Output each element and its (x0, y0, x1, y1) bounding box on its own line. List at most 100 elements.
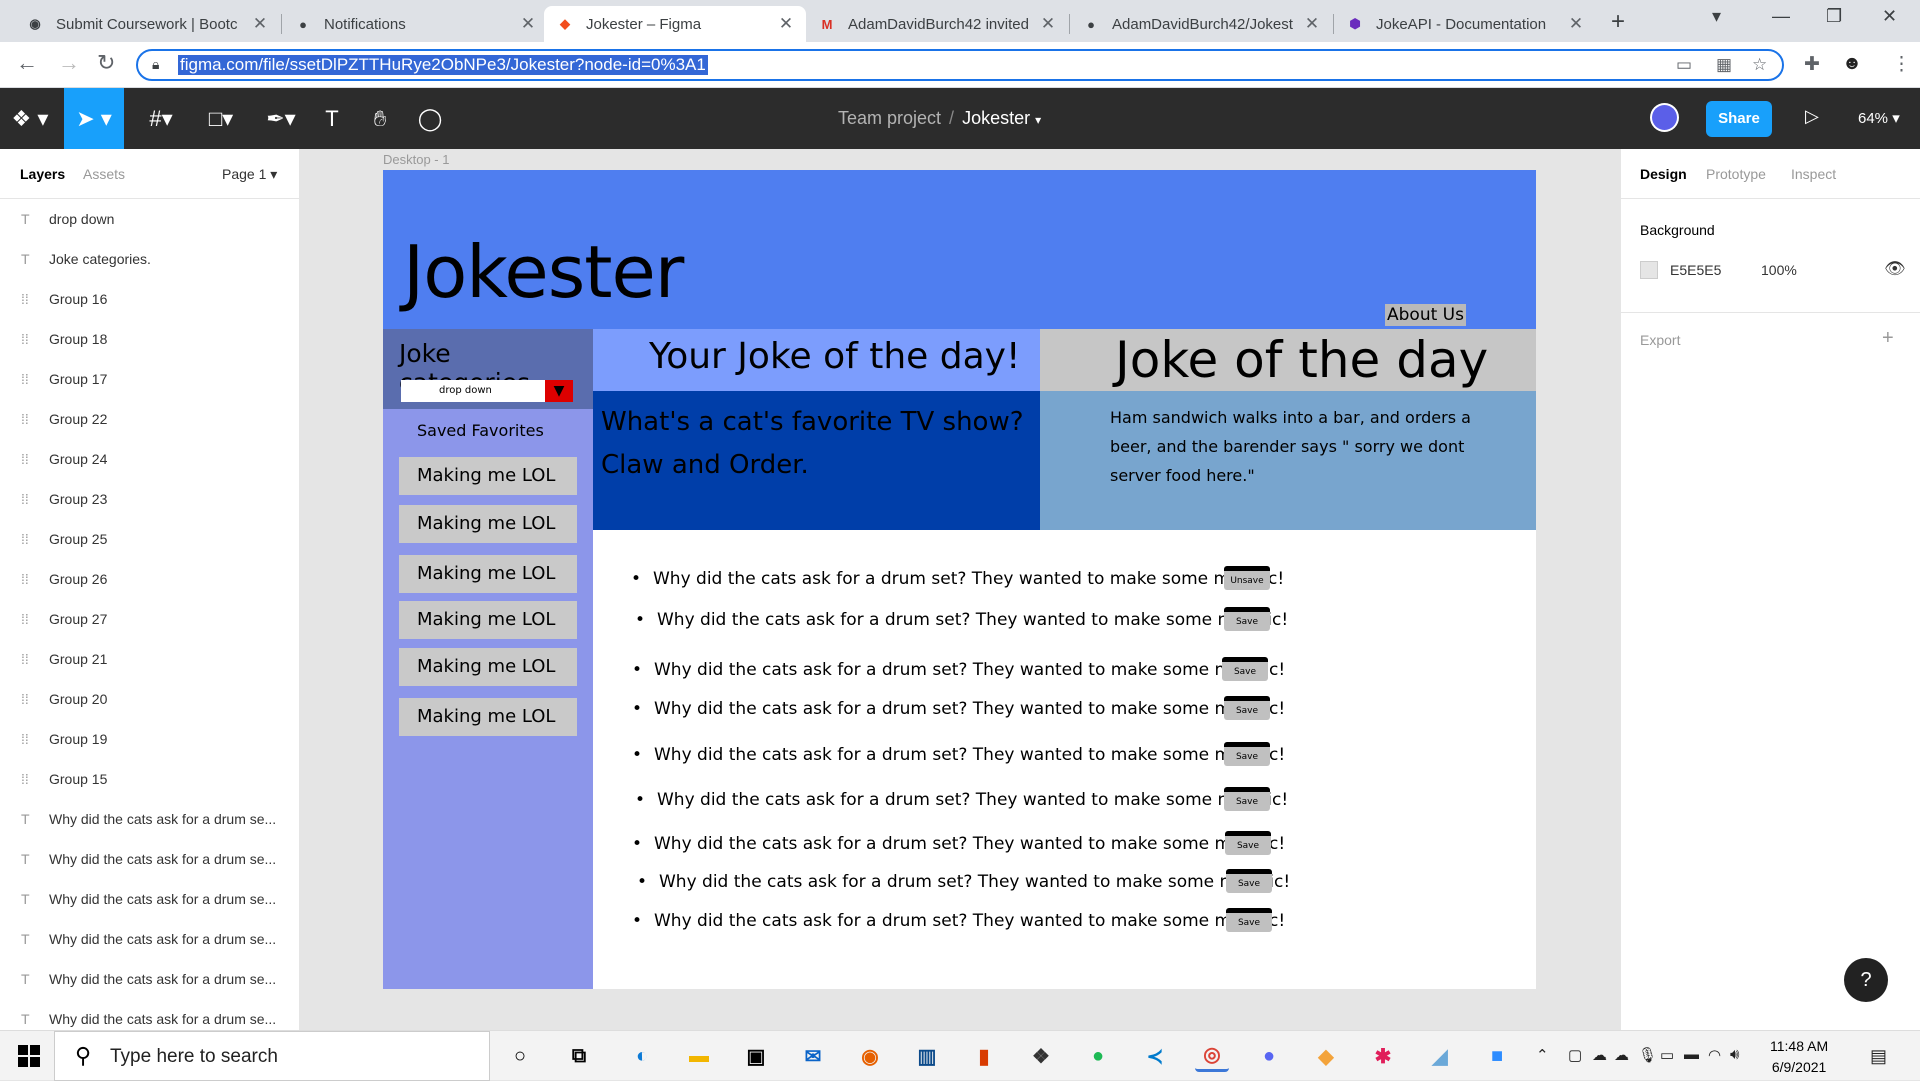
save-button[interactable]: Save (1222, 657, 1268, 681)
mail-icon[interactable]: ✉ (796, 1040, 830, 1072)
close-tab-icon[interactable]: ✕ (252, 14, 268, 34)
tab-prototype[interactable]: Prototype (1706, 166, 1766, 182)
unsave-button[interactable]: Unsave (1224, 566, 1270, 590)
layer-row[interactable]: ⁞⁞ Group 25 (0, 519, 299, 559)
tray-app-icon[interactable]: ▢ (1568, 1046, 1582, 1064)
save-button[interactable]: Save (1226, 908, 1272, 932)
save-button[interactable]: Save (1224, 607, 1270, 631)
cast-icon[interactable]: ▭ (1676, 55, 1692, 75)
office-icon[interactable]: ▮ (967, 1040, 1001, 1072)
wifi-icon[interactable]: ◠ (1708, 1046, 1721, 1064)
save-button[interactable]: Save (1226, 869, 1272, 893)
spotify-icon[interactable]: ● (1081, 1040, 1115, 1072)
close-tab-icon[interactable]: ✕ (1304, 14, 1320, 34)
text-tool-icon[interactable]: T (314, 88, 350, 149)
layer-row[interactable]: T Why did the cats ask for a drum se... (0, 879, 299, 919)
tab-search-icon[interactable]: ▾ (1712, 6, 1721, 27)
dropdown-arrow-icon[interactable]: ▼ (545, 380, 573, 402)
frame-label[interactable]: Desktop - 1 (383, 152, 449, 167)
background-hex-input[interactable]: E5E5E5 (1670, 262, 1721, 278)
file-explorer-icon[interactable]: ▬ (682, 1040, 716, 1072)
reload-icon[interactable]: ↻ (97, 50, 115, 76)
task-view-icon[interactable]: ⧉ (562, 1040, 596, 1072)
pen-tool-icon[interactable]: ✒▾ (256, 88, 306, 149)
tray-overflow-icon[interactable]: ⌃ (1536, 1046, 1549, 1064)
layer-row[interactable]: ⁞⁞ Group 24 (0, 439, 299, 479)
saved-favorite-button[interactable]: Making me LOL (399, 601, 577, 639)
tab-layers[interactable]: Layers (20, 166, 65, 182)
close-tab-icon[interactable]: ✕ (1568, 14, 1584, 34)
hand-tool-icon[interactable]: ✋︎ (362, 88, 398, 149)
layer-row[interactable]: T Joke categories. (0, 239, 299, 279)
microphone-icon[interactable]: 🎙︎ (1638, 1046, 1657, 1064)
vscode-icon[interactable]: ≺ (1138, 1040, 1172, 1072)
browser-tab-coursework[interactable]: ◉ Submit Coursework | Bootc ✕ (14, 6, 280, 42)
battery-icon[interactable]: ▬ (1684, 1046, 1699, 1063)
add-export-icon[interactable]: + (1882, 327, 1894, 350)
cortana-icon[interactable]: ○ (503, 1040, 537, 1072)
zoom-dropdown[interactable]: 64% ▾ (1858, 109, 1900, 127)
taskbar-search[interactable]: ⚲ Type here to search (54, 1031, 490, 1081)
shape-tool-icon[interactable]: □▾ (196, 88, 246, 149)
restore-icon[interactable]: ❐ (1826, 6, 1842, 27)
visibility-eye-icon[interactable]: 👁︎ (1884, 259, 1906, 279)
layer-row[interactable]: ⁞⁞ Group 27 (0, 599, 299, 639)
onedrive-icon[interactable]: ☁ (1592, 1046, 1607, 1064)
forward-icon[interactable]: → (58, 50, 80, 76)
clock[interactable]: 11:48 AM 6/9/2021 (1770, 1036, 1828, 1078)
layer-row[interactable]: ⁞⁞ Group 18 (0, 319, 299, 359)
saved-favorite-button[interactable]: Making me LOL (399, 555, 577, 593)
cloud-icon[interactable]: ☁ (1614, 1046, 1629, 1064)
zoom-app-icon[interactable]: ■ (1480, 1040, 1514, 1072)
chrome-icon[interactable]: ◎ (1195, 1040, 1229, 1072)
browser-tab-github-repo[interactable]: ● AdamDavidBurch42/Jokest ✕ (1070, 6, 1332, 42)
background-opacity-input[interactable]: 100% (1761, 262, 1797, 278)
layer-row[interactable]: Tdrop down (0, 199, 299, 239)
saved-favorite-button[interactable]: Making me LOL (399, 648, 577, 686)
close-tab-icon[interactable]: ✕ (520, 14, 536, 34)
layer-row[interactable]: ⁞⁞ Group 19 (0, 719, 299, 759)
dropbox-icon[interactable]: ❖ (1024, 1040, 1058, 1072)
app-icon[interactable]: ◢ (1423, 1040, 1457, 1072)
tab-assets[interactable]: Assets (83, 166, 125, 182)
background-color-swatch[interactable] (1640, 261, 1658, 279)
breadcrumb-team[interactable]: Team project (838, 108, 941, 128)
chevron-down-icon[interactable]: ▾ (1035, 113, 1041, 127)
share-button[interactable]: Share (1706, 101, 1772, 137)
frame-tool-icon[interactable]: #▾ (136, 88, 186, 149)
browser-tab-figma[interactable]: ◆ Jokester – Figma ✕ (544, 6, 806, 42)
move-tool-icon[interactable]: ➤ ▾ (64, 88, 124, 149)
layer-row[interactable]: T Why did the cats ask for a drum se... (0, 919, 299, 959)
browser-tab-notifications[interactable]: ● Notifications ✕ (282, 6, 548, 42)
discord-icon[interactable]: ● (1252, 1040, 1286, 1072)
browser-tab-gmail[interactable]: M AdamDavidBurch42 invited ✕ (806, 6, 1068, 42)
minimize-icon[interactable]: — (1772, 6, 1790, 27)
close-tab-icon[interactable]: ✕ (1040, 14, 1056, 34)
about-us-link[interactable]: About Us (1385, 304, 1466, 326)
layer-row[interactable]: ⁞⁞ Group 22 (0, 399, 299, 439)
help-button[interactable]: ? (1844, 958, 1888, 1002)
layer-row[interactable]: ⁞⁞ Group 15 (0, 759, 299, 799)
layer-row[interactable]: ⁞⁞ Group 23 (0, 479, 299, 519)
tab-inspect[interactable]: Inspect (1791, 166, 1836, 182)
slack-icon[interactable]: ✱ (1366, 1040, 1400, 1072)
save-button[interactable]: Save (1224, 742, 1270, 766)
layer-row[interactable]: T Why did the cats ask for a drum se... (0, 959, 299, 999)
layer-row[interactable]: ⁞⁞ Group 16 (0, 279, 299, 319)
close-window-icon[interactable]: ✕ (1882, 6, 1897, 27)
qr-icon[interactable]: ▦ (1716, 55, 1732, 75)
visual-studio-icon[interactable]: ▥ (910, 1040, 944, 1072)
volume-icon[interactable]: 🔊︎ (1730, 1046, 1739, 1063)
saved-favorite-button[interactable]: Making me LOL (399, 505, 577, 543)
close-tab-icon[interactable]: ✕ (778, 14, 794, 34)
layer-row[interactable]: T Why did the cats ask for a drum se... (0, 999, 299, 1030)
saved-favorite-button[interactable]: Making me LOL (399, 457, 577, 495)
comment-tool-icon[interactable]: ◯ (412, 88, 448, 149)
figma-main-menu-icon[interactable]: ❖ ▾ (0, 88, 60, 149)
layer-row[interactable]: T Why did the cats ask for a drum se... (0, 839, 299, 879)
browser-tab-jokeapi[interactable]: ⬢ JokeAPI - Documentation ✕ (1334, 6, 1596, 42)
gitkraken-icon[interactable]: ◆ (1309, 1040, 1343, 1072)
save-button[interactable]: Save (1225, 831, 1271, 855)
browser-menu-icon[interactable]: ⋮ (1892, 53, 1911, 76)
firefox-icon[interactable]: ◉ (853, 1040, 887, 1072)
